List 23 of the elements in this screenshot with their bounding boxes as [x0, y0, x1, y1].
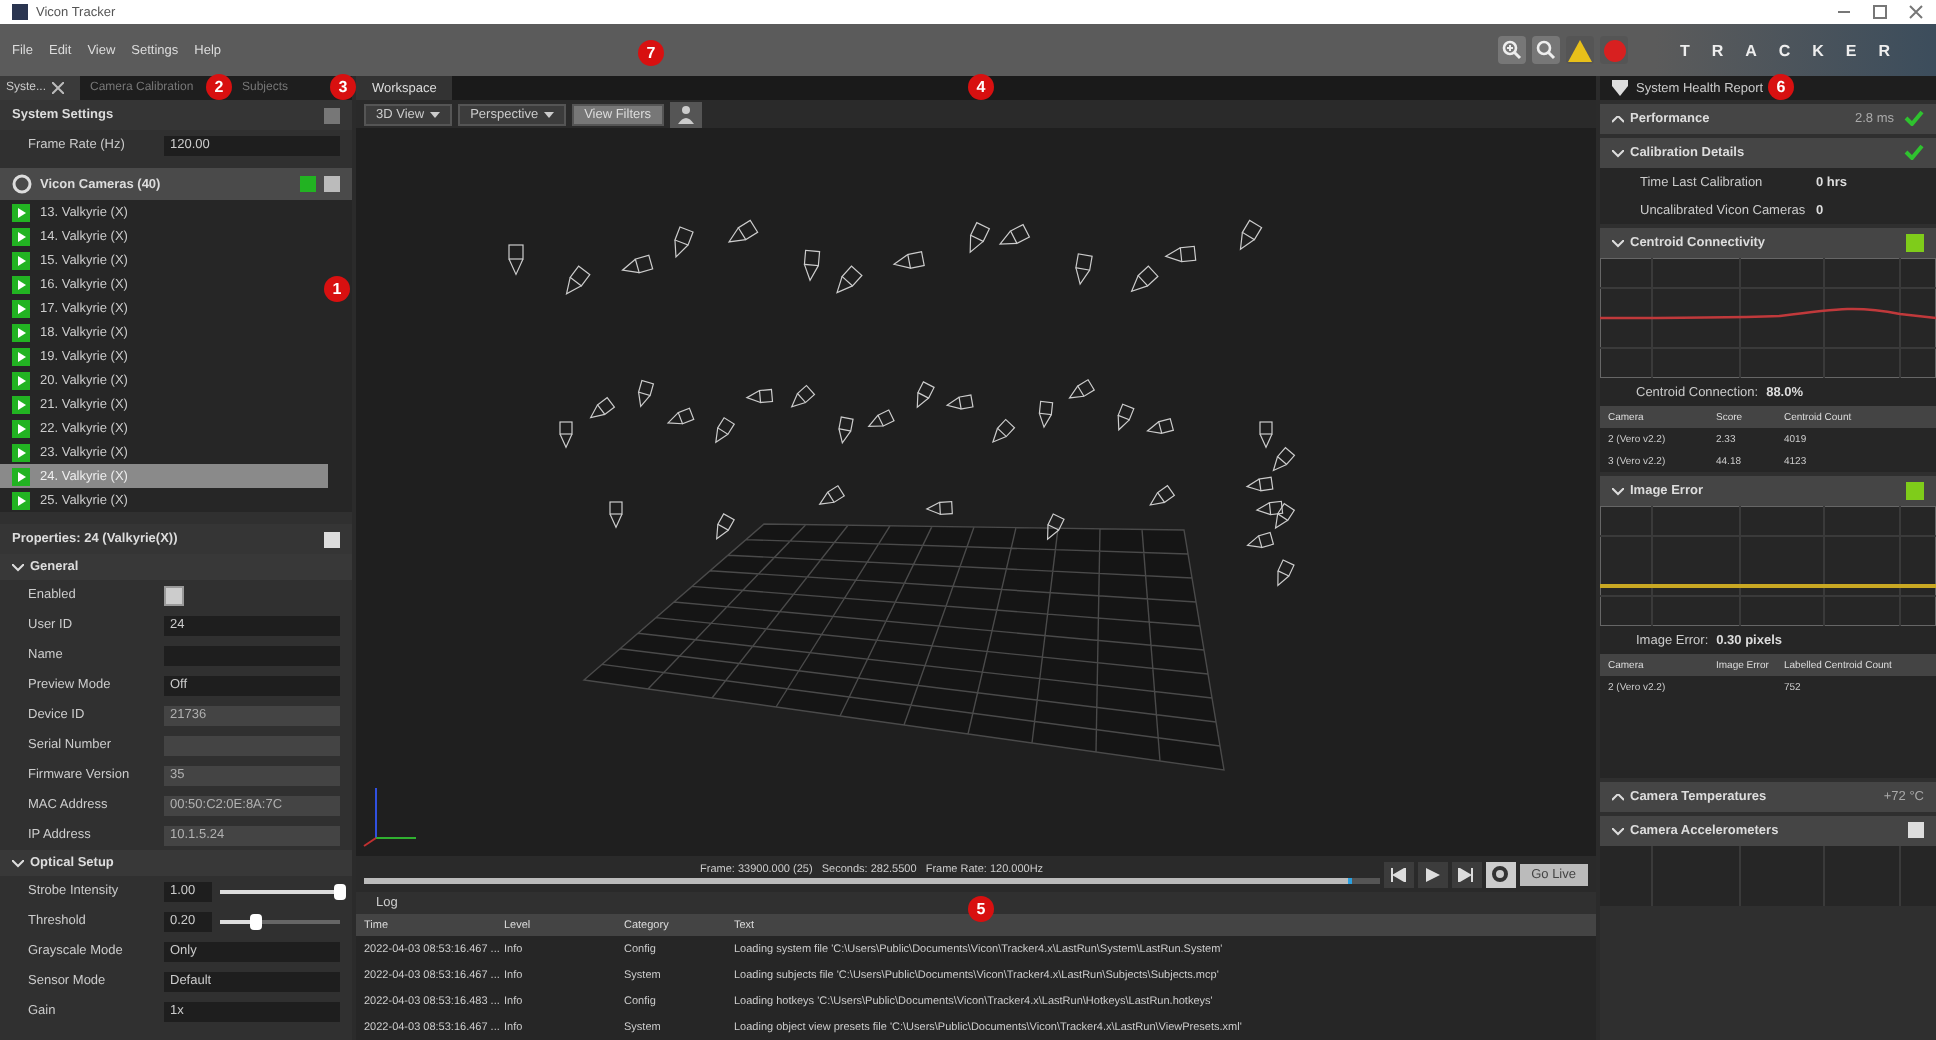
play-icon	[1425, 867, 1440, 881]
step-back-button[interactable]	[1383, 861, 1414, 887]
ring-icon	[1492, 866, 1509, 882]
skip-back-icon	[1390, 867, 1407, 881]
close-icon[interactable]	[52, 82, 65, 94]
camera-icon	[12, 174, 32, 194]
caret-icon	[430, 111, 441, 117]
shield-icon	[1612, 80, 1628, 96]
person-icon[interactable]	[669, 101, 702, 127]
toggle-icon[interactable]	[1908, 822, 1924, 838]
maximize-icon[interactable]	[1872, 4, 1888, 20]
zoom-in-icon[interactable]	[1498, 36, 1526, 64]
settings-button[interactable]	[1485, 861, 1516, 887]
checkbox[interactable]	[164, 585, 184, 605]
timeline-slider[interactable]	[364, 878, 1380, 884]
skip-forward-icon	[1458, 867, 1475, 881]
play-button[interactable]	[1417, 861, 1448, 887]
app-icon	[12, 4, 28, 20]
caret-icon	[544, 111, 555, 117]
close-icon[interactable]	[1908, 4, 1924, 20]
step-forward-button[interactable]	[1451, 861, 1482, 887]
zoom-out-icon[interactable]	[1532, 36, 1560, 64]
warning-icon[interactable]	[1566, 36, 1594, 64]
